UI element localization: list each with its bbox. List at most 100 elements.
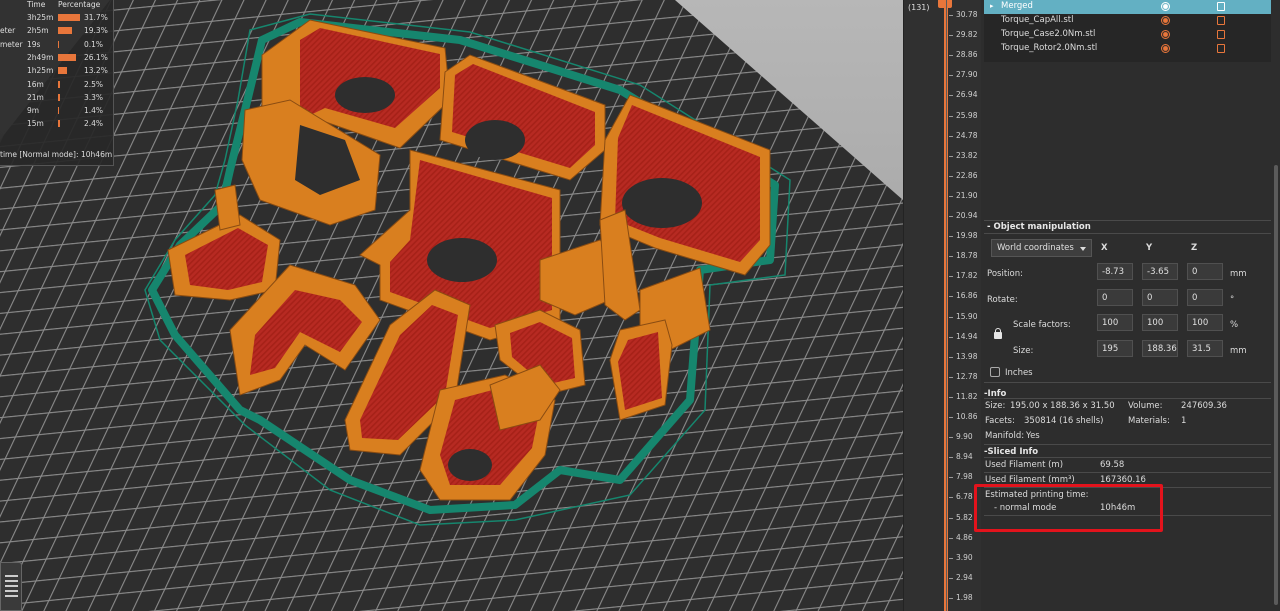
layer-height-tick: 27.90 <box>948 70 978 80</box>
stats-row-percentage: 13.2% <box>84 66 108 76</box>
object-list-item[interactable]: Torque_CapAll.stl <box>984 14 1271 28</box>
stats-row-time: 3h25m <box>27 13 54 22</box>
edit-settings-icon[interactable] <box>1217 30 1225 39</box>
layers-view-button[interactable] <box>0 562 22 611</box>
rotate-unit: ° <box>1230 295 1235 305</box>
layer-height-tick: 12.78 <box>948 371 978 381</box>
inches-checkbox[interactable] <box>990 367 1000 377</box>
rotate-y-input[interactable]: 0 <box>1142 289 1178 306</box>
axis-x-label: X <box>1101 243 1108 253</box>
info-facets-label: Facets: <box>985 416 1015 426</box>
scale-unit: % <box>1230 320 1239 330</box>
stats-row-bar <box>58 14 80 21</box>
layer-slider-top-handle[interactable] <box>938 0 952 8</box>
stats-row-label: meter <box>0 39 23 49</box>
layer-slider-panel: (131) 30.78 29.82 28.86 27.90 26.94 25.98 24.7… <box>903 0 981 611</box>
lock-icon[interactable] <box>994 328 1002 339</box>
edit-settings-icon[interactable] <box>1217 2 1225 11</box>
stats-row-percentage: 0.1% <box>84 39 104 49</box>
info-manifold-label: Manifold: <box>985 431 1025 441</box>
coordinate-system-dropdown[interactable]: World coordinates <box>991 239 1092 257</box>
stats-row-time: 1h25m <box>27 66 54 76</box>
edit-settings-icon[interactable] <box>1217 44 1225 53</box>
layer-height-tick: 28.86 <box>948 50 978 60</box>
scale-y-input[interactable]: 100 <box>1142 314 1178 331</box>
info-materials-label: Materials: <box>1128 416 1170 426</box>
rotate-z-input[interactable]: 0 <box>1187 289 1223 306</box>
inches-label: Inches <box>1005 368 1033 378</box>
scale-label: Scale factors: <box>1013 320 1071 330</box>
edit-settings-icon[interactable] <box>1217 16 1225 25</box>
position-unit: mm <box>1230 269 1247 279</box>
position-z-input[interactable]: 0 <box>1187 263 1223 280</box>
info-facets-value: 350814 (16 shells) <box>1024 416 1104 426</box>
visibility-eye-icon[interactable] <box>1161 2 1170 11</box>
stats-row-percentage: 2.4% <box>84 119 104 129</box>
print-time-stats-panel: Time Percentage 3h25m 31.7% eter 2h5m 19.3% m… <box>0 0 114 166</box>
axis-y-label: Y <box>1146 243 1153 253</box>
stats-row-bar <box>58 80 60 88</box>
scale-x-input[interactable]: 100 <box>1097 314 1133 331</box>
stats-header-time: Time <box>27 0 46 9</box>
stats-row-percentage: 26.1% <box>84 52 108 62</box>
size-unit: mm <box>1230 346 1247 356</box>
layer-height-tick: 14.94 <box>948 331 978 341</box>
layer-height-tick: 8.94 <box>949 452 973 462</box>
3d-viewport[interactable]: Time Percentage 3h25m 31.7% eter 2h5m 19.3% m… <box>0 0 903 611</box>
visibility-eye-icon[interactable] <box>1161 30 1170 39</box>
position-y-input[interactable]: -3.65 <box>1142 263 1178 280</box>
object-name: Torque_Case2.0Nm.stl <box>1001 29 1096 39</box>
layer-height-tick: 20.94 <box>948 211 978 221</box>
size-y-input[interactable]: 188.36 <box>1142 340 1178 357</box>
stats-row: 21m 3.3% <box>0 91 114 104</box>
stats-row-time: 2h49m <box>27 52 54 62</box>
object-list-item[interactable]: Torque_Rotor2.0Nm.stl <box>984 42 1271 56</box>
size-z-input[interactable]: 31.5 <box>1187 340 1223 357</box>
stats-row: 9m 1.4% <box>0 104 114 117</box>
stats-row-time: 2h5m <box>27 26 49 36</box>
object-list-item[interactable]: Torque_Case2.0Nm.stl <box>984 28 1271 42</box>
stats-row: 15m 2.4% <box>0 117 114 130</box>
layer-height-tick: 13.98 <box>948 351 978 361</box>
layer-height-tick: 15.90 <box>948 311 978 321</box>
layer-height-tick: 22.86 <box>948 170 978 180</box>
stats-row-time: 21m <box>27 92 44 102</box>
visibility-eye-icon[interactable] <box>1161 16 1170 25</box>
layer-height-tick: 7.98 <box>949 472 973 482</box>
stats-row-bar <box>58 107 59 115</box>
filament-m-label: Used Filament (m) <box>985 460 1064 470</box>
object-list-item[interactable]: ▸ Merged <box>984 0 1271 14</box>
stats-row-percentage: 19.3% <box>84 26 108 36</box>
stats-row: 1h25m 13.2% <box>0 64 114 77</box>
stats-row-bar <box>58 120 60 128</box>
rotate-x-input[interactable]: 0 <box>1097 289 1133 306</box>
layers-icon <box>5 575 18 577</box>
info-materials-value: 1 <box>1181 416 1187 426</box>
stats-row: meter 19s 0.1% <box>0 38 114 51</box>
sidebar-scrollbar[interactable] <box>1274 165 1278 605</box>
layer-height-tick: 29.82 <box>948 30 978 40</box>
size-x-input[interactable]: 195 <box>1097 340 1133 357</box>
layer-height-tick: 30.78 <box>948 10 978 19</box>
info-volume-label: Volume: <box>1128 401 1163 411</box>
scale-z-input[interactable]: 100 <box>1187 314 1223 331</box>
object-list[interactable]: ▸ Merged Torque_CapAll.stl Torque_Case2.0Nm… <box>984 0 1271 62</box>
layer-height-tick: 9.90 <box>949 432 973 442</box>
stats-row-bar <box>58 40 59 48</box>
stats-row-bar <box>58 67 67 75</box>
layer-height-tick: 26.94 <box>948 90 978 100</box>
stats-row: 16m 2.5% <box>0 78 114 91</box>
stats-row-percentage: 2.5% <box>84 79 104 89</box>
stats-row: 3h25m 31.7% <box>0 11 114 24</box>
sliced-info-title: -Sliced Info <box>984 447 1039 457</box>
stats-row: eter 2h5m 19.3% <box>0 24 114 37</box>
position-label: Position: <box>987 269 1023 279</box>
app-window: Time Percentage 3h25m 31.7% eter 2h5m 19.3% m… <box>0 0 1280 611</box>
layer-height-tick: 19.98 <box>948 231 978 241</box>
print-preview-canvas[interactable] <box>0 0 903 611</box>
position-x-input[interactable]: -8.73 <box>1097 263 1133 280</box>
visibility-eye-icon[interactable] <box>1161 44 1170 53</box>
expand-arrow-icon[interactable]: ▸ <box>990 2 994 10</box>
layer-height-tick: 18.78 <box>948 251 978 261</box>
stats-row-time: 16m <box>27 79 44 89</box>
